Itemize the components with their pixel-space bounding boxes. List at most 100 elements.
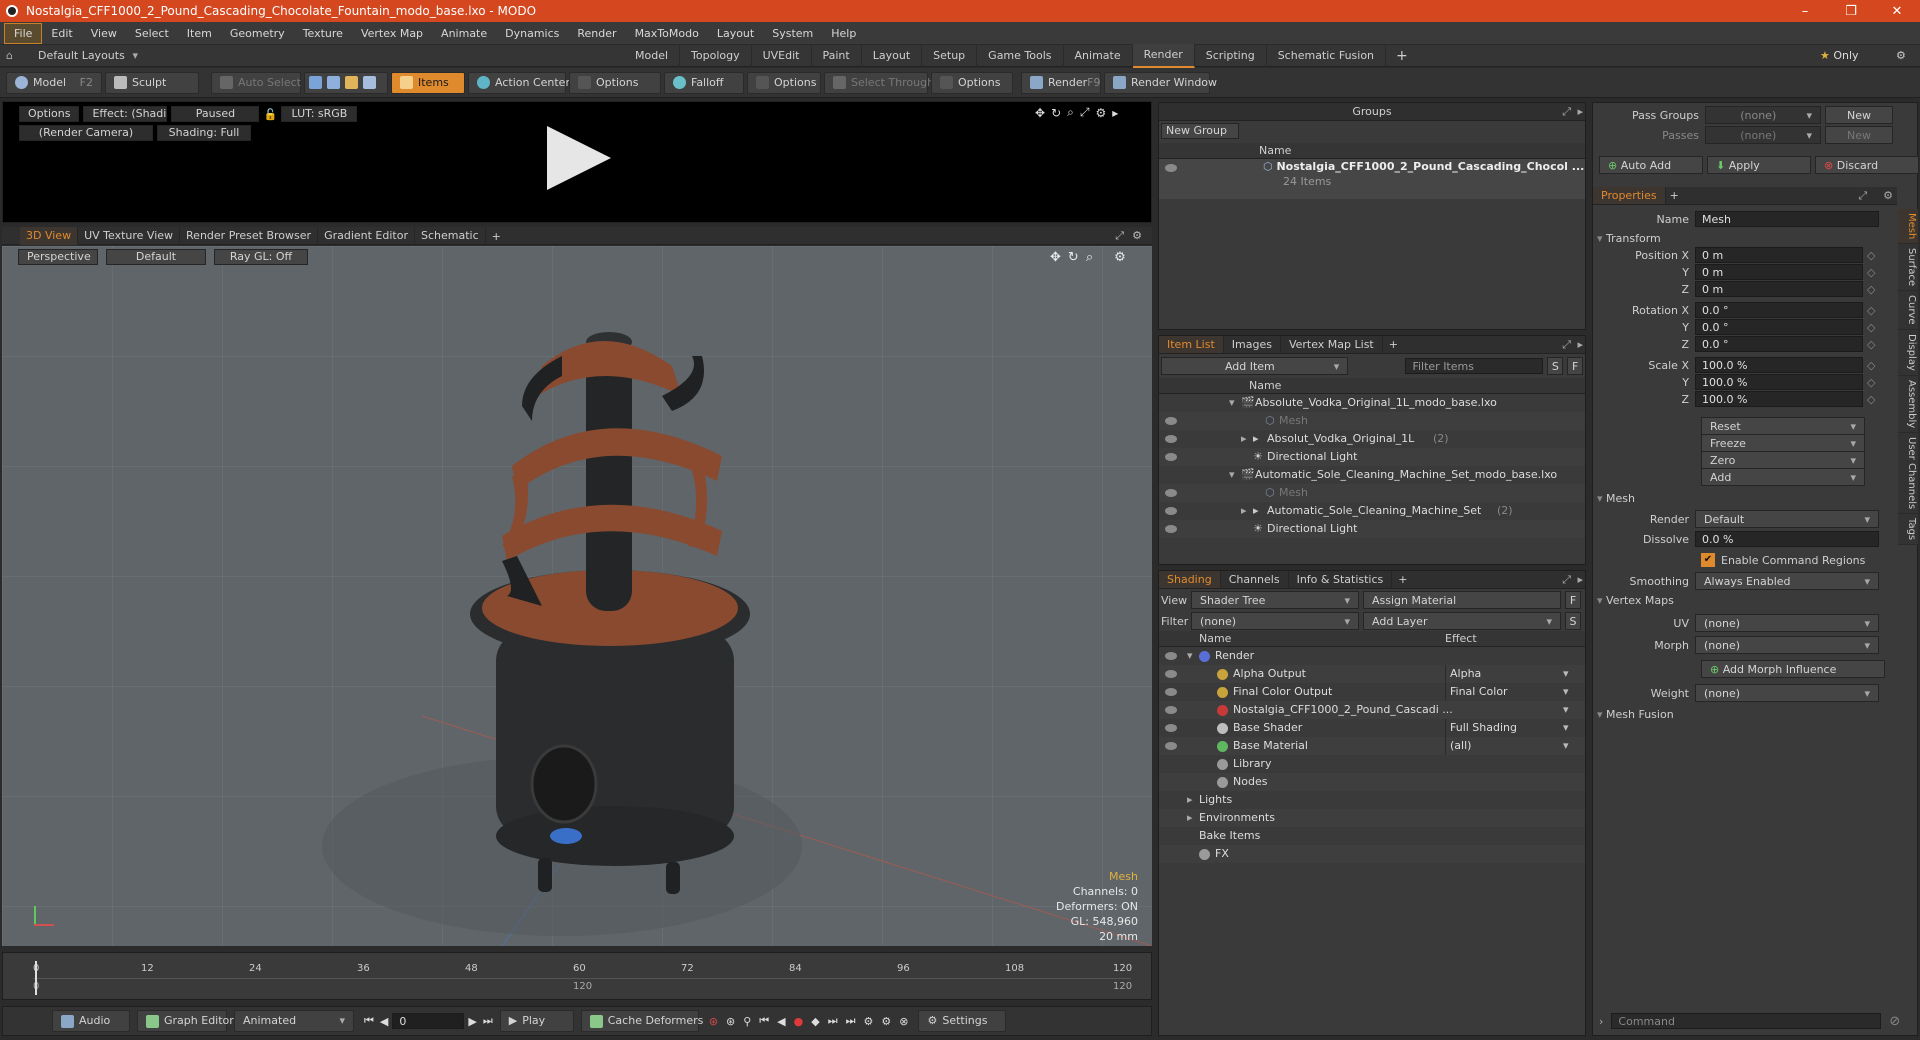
- side-tab-surface[interactable]: Surface: [1898, 244, 1918, 292]
- viewport-tab-3d-view[interactable]: 3D View: [20, 227, 79, 245]
- last-frame-icon[interactable]: ⏭: [483, 1014, 493, 1028]
- gear-icon[interactable]: ⚙: [1896, 49, 1906, 62]
- layout-tab-game-tools[interactable]: Game Tools: [977, 44, 1064, 67]
- visibility-icon[interactable]: [1165, 525, 1177, 533]
- shader-row[interactable]: Alpha Output Alpha ▾: [1159, 665, 1585, 683]
- shader-effect[interactable]: Alpha: [1445, 665, 1569, 683]
- shading-arrow-icon[interactable]: ▸: [1577, 573, 1583, 586]
- menu-animate[interactable]: Animate: [432, 22, 496, 45]
- graph-editor-button[interactable]: Graph Editor: [137, 1010, 234, 1032]
- layouts-dropdown[interactable]: Default Layouts: [38, 49, 138, 62]
- menu-item[interactable]: Item: [178, 22, 221, 45]
- rot-y-field[interactable]: 0.0 °: [1695, 319, 1863, 335]
- prev-key-icon[interactable]: ⏮: [759, 1014, 769, 1028]
- new-pass-button[interactable]: New: [1825, 126, 1893, 144]
- first-frame-icon[interactable]: ⏮: [364, 1014, 374, 1028]
- channel-set-icon[interactable]: ⚙: [881, 1015, 891, 1028]
- add-item-dropdown[interactable]: Add Item: [1161, 357, 1349, 375]
- shading-s-button[interactable]: S: [1565, 612, 1581, 630]
- layout-tab-scripting[interactable]: Scripting: [1195, 44, 1267, 67]
- action-center-options-button[interactable]: Options: [569, 71, 661, 94]
- shader-row[interactable]: ▸ Lights: [1159, 791, 1585, 809]
- effect-dropdown-icon[interactable]: ▾: [1563, 701, 1569, 719]
- weight-dropdown[interactable]: (none): [1695, 684, 1879, 702]
- items-mode-button[interactable]: Items: [391, 71, 465, 94]
- item-list-row[interactable]: ⬡ Mesh: [1159, 484, 1585, 502]
- vertex-maps-section[interactable]: Vertex Maps: [1597, 593, 1920, 609]
- new-group-button[interactable]: New Group: [1161, 123, 1239, 139]
- morph-dropdown[interactable]: (none): [1695, 636, 1879, 654]
- transform-section[interactable]: Transform: [1597, 231, 1920, 247]
- preview-options-button[interactable]: Options: [19, 106, 80, 122]
- play-icon[interactable]: [547, 126, 611, 190]
- shader-row[interactable]: ▾ Render: [1159, 647, 1585, 665]
- expand-arrow-icon[interactable]: ▾: [1187, 647, 1193, 665]
- audio-button[interactable]: Audio: [52, 1010, 130, 1032]
- prev-frame-icon[interactable]: ◀: [380, 1015, 388, 1028]
- shading-tab-info-statistics[interactable]: Info & Statistics: [1289, 571, 1393, 588]
- add-viewport-tab[interactable]: +: [492, 230, 501, 243]
- cache-deformers-button[interactable]: Cache Deformers: [580, 1010, 703, 1032]
- rot-x-field[interactable]: 0.0 °: [1695, 302, 1863, 318]
- menu-geometry[interactable]: Geometry: [221, 22, 294, 45]
- discard-button[interactable]: ⊗ Discard: [1815, 156, 1919, 174]
- zoom-icon[interactable]: ⌕: [1067, 105, 1074, 120]
- viewport-tab-gradient-editor[interactable]: Gradient Editor: [318, 227, 415, 245]
- key-icon[interactable]: ⊛: [709, 1015, 718, 1028]
- shading-f-button[interactable]: F: [1565, 591, 1581, 609]
- layout-toggle-icon[interactable]: ⌂: [6, 49, 20, 62]
- passes-dropdown[interactable]: (none): [1705, 126, 1821, 144]
- itemlist-tab-images[interactable]: Images: [1224, 336, 1281, 353]
- expand-arrow-icon[interactable]: ▸: [1187, 791, 1193, 809]
- render-dropdown[interactable]: Default: [1695, 510, 1879, 528]
- add-layer-dropdown[interactable]: Add Layer: [1363, 612, 1561, 630]
- properties-gear-icon[interactable]: ⚙: [1883, 189, 1893, 202]
- properties-maximize-icon[interactable]: ⤢: [1858, 189, 1867, 203]
- apply-button[interactable]: ⬇ Apply: [1707, 156, 1811, 174]
- sculpt-button[interactable]: Sculpt: [105, 71, 199, 94]
- shader-effect[interactable]: Full Shading: [1445, 719, 1569, 737]
- render-button[interactable]: Render F9: [1021, 71, 1101, 94]
- pan-icon[interactable]: ✥: [1035, 106, 1045, 120]
- add-layout-button[interactable]: +: [1396, 48, 1408, 64]
- groups-maximize-icon[interactable]: ⤢: [1562, 105, 1571, 119]
- menu-file[interactable]: File: [4, 22, 43, 44]
- shader-effect[interactable]: Final Color: [1445, 683, 1569, 701]
- mesh-section[interactable]: Mesh: [1597, 491, 1920, 507]
- side-tab-display[interactable]: Display: [1898, 330, 1918, 376]
- frame-input[interactable]: 0: [392, 1013, 465, 1029]
- add-dropdown[interactable]: Add: [1701, 468, 1865, 486]
- materials-icon[interactable]: [363, 76, 376, 89]
- shader-row[interactable]: Bake Items: [1159, 827, 1585, 845]
- pos-z-field[interactable]: 0 m: [1695, 281, 1863, 297]
- render-camera-dropdown[interactable]: (Render Camera): [19, 125, 153, 141]
- visibility-icon[interactable]: [1165, 670, 1177, 678]
- reset-dropdown[interactable]: Reset: [1701, 417, 1865, 435]
- command-input[interactable]: Command: [1611, 1013, 1882, 1029]
- keyframe-icon[interactable]: ◇: [1867, 249, 1875, 262]
- command-clear-icon[interactable]: ⊘: [1889, 1014, 1900, 1029]
- itemlist-arrow-icon[interactable]: ▸: [1577, 338, 1583, 351]
- edges-icon[interactable]: [327, 76, 340, 89]
- menu-texture[interactable]: Texture: [294, 22, 352, 45]
- lut-dropdown[interactable]: LUT: sRGB: [281, 106, 358, 122]
- close-button[interactable]: ✕: [1874, 4, 1920, 19]
- item-list-row[interactable]: ▾ 🎬 Absolute_Vodka_Original_1L_modo_base.l…: [1159, 394, 1585, 412]
- viewport-settings-icon[interactable]: ⚙: [1132, 229, 1142, 242]
- falloff-button[interactable]: Falloff: [664, 71, 744, 94]
- assign-material-button[interactable]: Assign Material: [1363, 591, 1561, 609]
- shader-row[interactable]: Base Material (all) ▾: [1159, 737, 1585, 755]
- scale-z-field[interactable]: 100.0 %: [1695, 391, 1863, 407]
- layout-tab-topology[interactable]: Topology: [680, 44, 752, 67]
- layout-tab-schematic-fusion[interactable]: Schematic Fusion: [1267, 44, 1387, 67]
- visibility-icon[interactable]: [1165, 435, 1177, 443]
- item-list-row[interactable]: ⬡ Mesh: [1159, 412, 1585, 430]
- shader-row[interactable]: Final Color Output Final Color ▾: [1159, 683, 1585, 701]
- itemlist-tab-vertex-map-list[interactable]: Vertex Map List: [1281, 336, 1383, 353]
- scale-x-field[interactable]: 100.0 %: [1695, 357, 1863, 373]
- record-icon[interactable]: ●: [794, 1015, 804, 1028]
- play-back-icon[interactable]: ◀: [777, 1015, 785, 1028]
- side-tab-mesh[interactable]: Mesh: [1898, 209, 1918, 245]
- filter-items-input[interactable]: Filter Items: [1405, 358, 1544, 374]
- selection-mode-icons[interactable]: [304, 71, 388, 94]
